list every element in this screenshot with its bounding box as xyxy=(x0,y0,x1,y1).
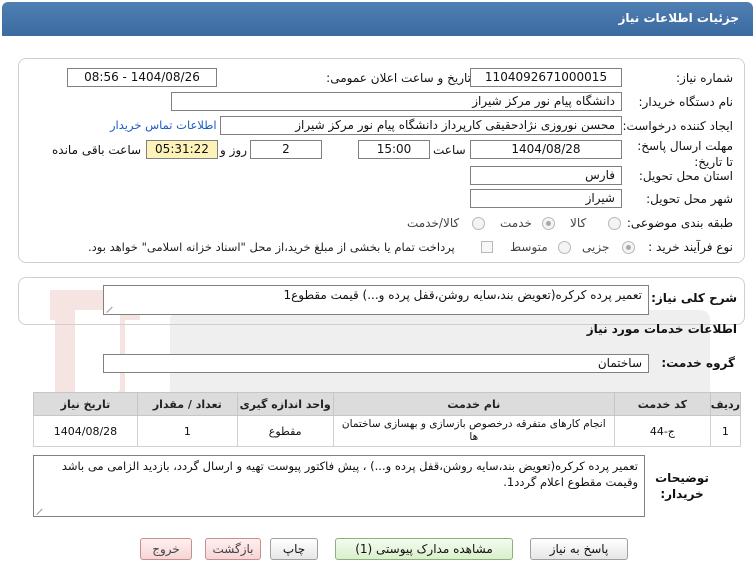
service-group-label: گروه خدمت: xyxy=(661,356,735,370)
service-group-field: ساختمان xyxy=(103,354,649,373)
page-header: جزئیات اطلاعات نیاز xyxy=(2,2,753,36)
process-minor-radio[interactable] xyxy=(622,241,635,254)
category-service-label: خدمت xyxy=(500,216,532,230)
col-qty: تعداد / مقدار xyxy=(136,392,238,416)
buyer-notes-field: تعمیر پرده کرکره(تعویض بند،سایه روشن،قفل… xyxy=(33,455,645,517)
col-row: ردیف xyxy=(709,392,742,416)
need-number-field: 1104092671000015 xyxy=(470,68,622,87)
summary-resize-handle[interactable] xyxy=(107,305,115,313)
print-button[interactable]: چاپ xyxy=(270,538,318,560)
reply-button[interactable]: پاسخ به نیاز xyxy=(530,538,628,560)
table-row: 1 ج-44 انجام کارهای متفرقه درخصوص بازساز… xyxy=(33,415,742,447)
process-medium-radio[interactable] xyxy=(558,241,571,254)
province-field: فارس xyxy=(470,166,622,185)
category-goods-service-label: کالا/خدمت xyxy=(407,216,460,230)
summary-field: تعمیر پرده کرکره(تعویض بند،سایه روشن،قفل… xyxy=(103,285,649,315)
col-name: نام خدمت xyxy=(332,392,615,416)
category-service-radio[interactable] xyxy=(542,217,555,230)
remaining-label: ساعت باقی مانده xyxy=(52,143,142,157)
province-label: استان محل تحویل: xyxy=(638,169,733,183)
category-label: طبقه بندی موضوعی: xyxy=(626,216,733,230)
cell-code: ج-44 xyxy=(613,415,711,447)
cell-date: 1404/08/28 xyxy=(33,415,138,447)
buyer-notes-label: توضیحات خریدار: xyxy=(655,471,709,501)
cell-qty: 1 xyxy=(136,415,238,447)
time-label: ساعت xyxy=(433,143,466,157)
col-code: کد خدمت xyxy=(613,392,711,416)
buyer-contact-link[interactable]: اطلاعات تماس خریدار xyxy=(110,118,217,132)
days-label: روز و xyxy=(220,143,247,157)
remaining-time-field: 05:31:22 xyxy=(146,140,218,159)
services-table: ردیف کد خدمت نام خدمت واحد اندازه گیری ت… xyxy=(33,392,742,447)
payment-note: پرداخت تمام یا بخشی از مبلغ خرید،از محل … xyxy=(88,240,455,254)
col-date: تاریخ نیاز xyxy=(33,392,138,416)
exit-button[interactable]: خروج xyxy=(140,538,192,560)
process-medium-label: متوسط xyxy=(510,240,548,254)
notes-resize-handle[interactable] xyxy=(37,507,45,515)
announce-datetime-field: 1404/08/26 - 08:56 xyxy=(67,68,217,87)
services-table-header: ردیف کد خدمت نام خدمت واحد اندازه گیری ت… xyxy=(33,392,742,416)
page-title: جزئیات اطلاعات نیاز xyxy=(618,11,739,25)
category-goods-service-radio[interactable] xyxy=(472,217,485,230)
deadline-time-field: 15:00 xyxy=(358,140,430,159)
cell-unit: مقطوع xyxy=(236,415,334,447)
announce-label: تاریخ و ساعت اعلان عمومی: xyxy=(326,71,471,85)
back-button[interactable]: بازگشت xyxy=(205,538,261,560)
buyer-org-label: نام دستگاه خریدار: xyxy=(638,95,734,109)
process-label: نوع فرآیند خرید : xyxy=(648,240,733,254)
city-field: شیراز xyxy=(470,189,622,208)
deadline-date-field: 1404/08/28 xyxy=(470,140,622,159)
process-minor-label: جزیی xyxy=(582,240,610,254)
info-panel xyxy=(18,58,745,263)
deadline-label: مهلت ارسال پاسخ: تا تاریخ: xyxy=(637,139,733,169)
days-field: 2 xyxy=(250,140,322,159)
services-section-title: اطلاعات خدمات مورد نیاز xyxy=(586,322,737,336)
buyer-org-field: دانشگاه پیام نور مرکز شیراز xyxy=(171,92,622,111)
cell-name: انجام کارهای متفرقه درخصوص بازسازی و بهس… xyxy=(332,415,615,447)
need-number-label: شماره نیاز: xyxy=(676,71,733,85)
city-label: شهر محل تحویل: xyxy=(646,192,733,206)
cell-row: 1 xyxy=(709,415,742,447)
category-goods-radio[interactable] xyxy=(608,217,621,230)
summary-label: شرح کلی نیاز: xyxy=(651,291,737,305)
creator-label: ایجاد کننده درخواست: xyxy=(622,119,733,133)
col-unit: واحد اندازه گیری xyxy=(236,392,334,416)
category-goods-label: کالا xyxy=(570,216,587,230)
view-attachments-button[interactable]: مشاهده مدارک پیوستی (1) xyxy=(335,538,513,560)
treasury-bond-checkbox[interactable] xyxy=(481,241,493,253)
creator-field: محسن نوروزی نژادحقیقی کارپرداز دانشگاه پ… xyxy=(220,116,622,135)
